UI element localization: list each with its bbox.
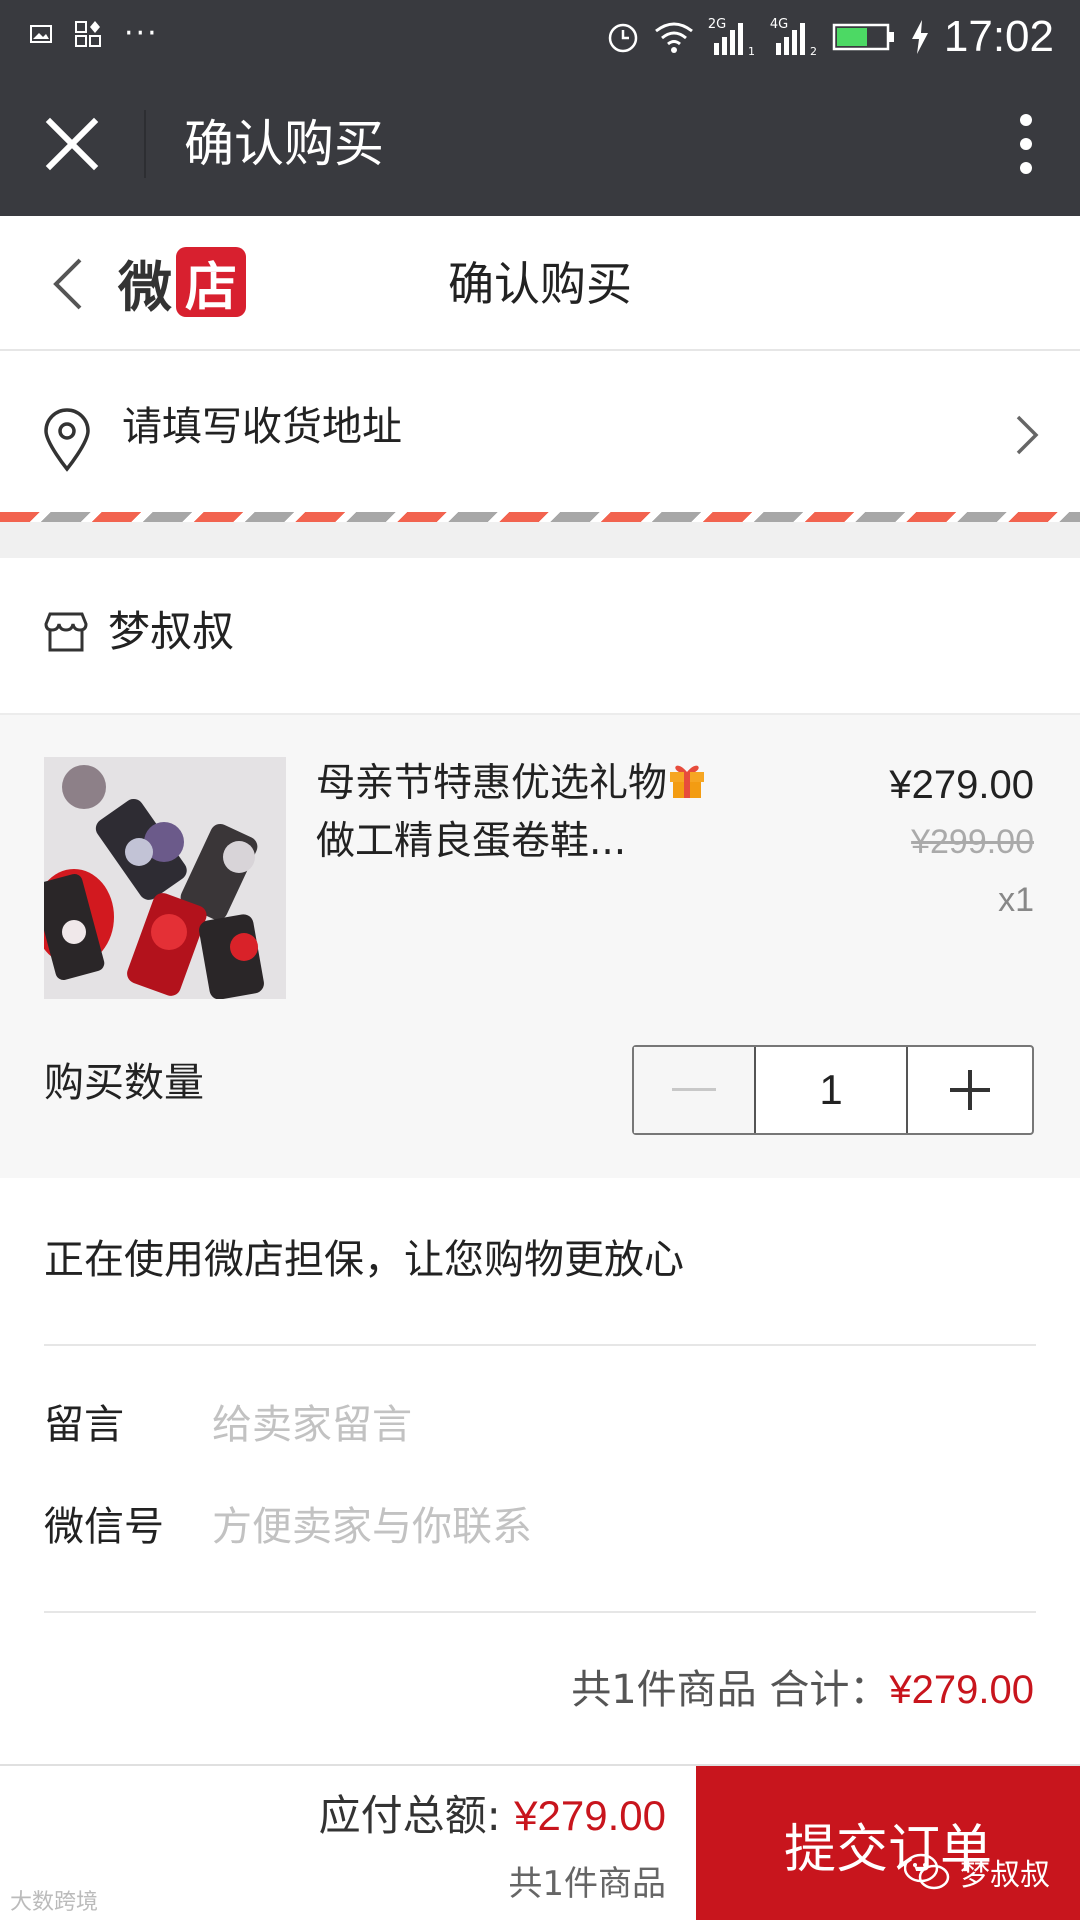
- status-left-icons: ···: [30, 16, 159, 51]
- message-label: 留言: [44, 1402, 124, 1448]
- page-header: 微 店 确认购买: [0, 216, 1080, 351]
- quantity-input[interactable]: 1: [756, 1047, 908, 1133]
- checkout-bar: 应付总额: ¥279.00 共1件商品 提交订单: [0, 1764, 1080, 1920]
- product-title-line2: 做工精良蛋卷鞋...: [316, 819, 627, 864]
- battery-icon: [832, 23, 894, 51]
- close-icon[interactable]: [44, 116, 100, 172]
- image-notification-icon: [30, 25, 52, 43]
- status-right-icons: 2G 1 4G 2 17:02: [606, 12, 1054, 62]
- svg-text:2: 2: [810, 45, 817, 57]
- total-amount: ¥279.00: [514, 1792, 666, 1839]
- wechat-id-label: 微信号: [44, 1504, 164, 1550]
- corner-watermark: 大数跨境: [10, 1890, 99, 1915]
- address-row[interactable]: 请填写收货地址: [0, 351, 1080, 516]
- address-placeholder: 请填写收货地址: [122, 404, 402, 450]
- quantity-stepper: 1: [632, 1045, 1034, 1135]
- divider: [44, 1344, 1036, 1346]
- address-stripe-divider: [0, 512, 1080, 522]
- guarantee-notice: 正在使用微店担保，让您购物更放心: [44, 1237, 684, 1283]
- summary-amount: ¥279.00: [889, 1668, 1034, 1712]
- status-bar: ··· 2G 1 4G 2 17:02: [0, 0, 1080, 72]
- product-title-line1: 母亲节特惠优选礼物: [316, 761, 668, 806]
- wechat-logo-icon: [904, 1853, 950, 1890]
- total-item-count: 共1件商品: [508, 1864, 666, 1904]
- decrease-quantity-button[interactable]: [634, 1047, 756, 1133]
- alarm-icon: [608, 23, 638, 53]
- quantity-label: 购买数量: [44, 1060, 204, 1106]
- chevron-right-icon: [1016, 415, 1039, 455]
- location-pin-icon: [44, 408, 90, 472]
- total-label: 应付总额:: [318, 1791, 515, 1840]
- svg-text:1: 1: [748, 45, 755, 57]
- wifi-icon: [654, 22, 693, 53]
- summary-prefix: 共1件商品 合计：: [571, 1667, 890, 1713]
- product-price: ¥279.00: [889, 763, 1034, 807]
- divider: [44, 1611, 1036, 1613]
- app-title-bar: 确认购买: [0, 72, 1080, 216]
- watermark: 梦叔叔: [904, 1850, 1050, 1894]
- shop-row: 梦叔叔: [0, 558, 1080, 713]
- minus-icon: [672, 1088, 716, 1091]
- status-time: 17:02: [943, 12, 1054, 61]
- charging-icon: [911, 20, 928, 54]
- gift-emoji-icon: [670, 765, 705, 798]
- total-due: 应付总额: ¥279.00: [319, 1786, 666, 1846]
- watermark-text: 梦叔叔: [960, 1858, 1050, 1893]
- submit-order-button[interactable]: 提交订单: [696, 1766, 1080, 1920]
- product-image[interactable]: [44, 757, 286, 999]
- product-quantity-mark: x1: [998, 881, 1034, 919]
- more-options-icon[interactable]: [1016, 112, 1036, 176]
- section-gap: [0, 522, 1080, 558]
- signal-sim2-icon: 4G 2: [770, 17, 818, 57]
- order-item: 母亲节特惠优选礼物 做工精良蛋卷鞋... ¥279.00 ¥299.00 x1 …: [0, 713, 1080, 1178]
- shop-name: 梦叔叔: [108, 607, 235, 656]
- wechat-id-row: 微信号: [44, 1492, 1036, 1562]
- wechat-id-input[interactable]: [212, 1492, 1032, 1562]
- app-grid-notification-icon: [75, 21, 101, 47]
- product-title[interactable]: 母亲节特惠优选礼物 做工精良蛋卷鞋...: [316, 755, 776, 871]
- title-divider: [144, 110, 146, 178]
- increase-quantity-button[interactable]: [908, 1047, 1032, 1133]
- order-summary: 共1件商品 合计：¥279.00: [571, 1660, 1034, 1720]
- page-title: 确认购买: [448, 257, 632, 311]
- app-title: 确认购买: [184, 115, 384, 173]
- more-notifications-icon: ···: [124, 16, 159, 51]
- message-row: 留言: [44, 1390, 1036, 1460]
- shop-icon: [44, 612, 88, 652]
- signal-sim1-icon: 2G 1: [708, 17, 756, 57]
- product-original-price: ¥299.00: [911, 823, 1034, 861]
- plus-icon: [950, 1070, 990, 1110]
- message-input[interactable]: [212, 1390, 1032, 1460]
